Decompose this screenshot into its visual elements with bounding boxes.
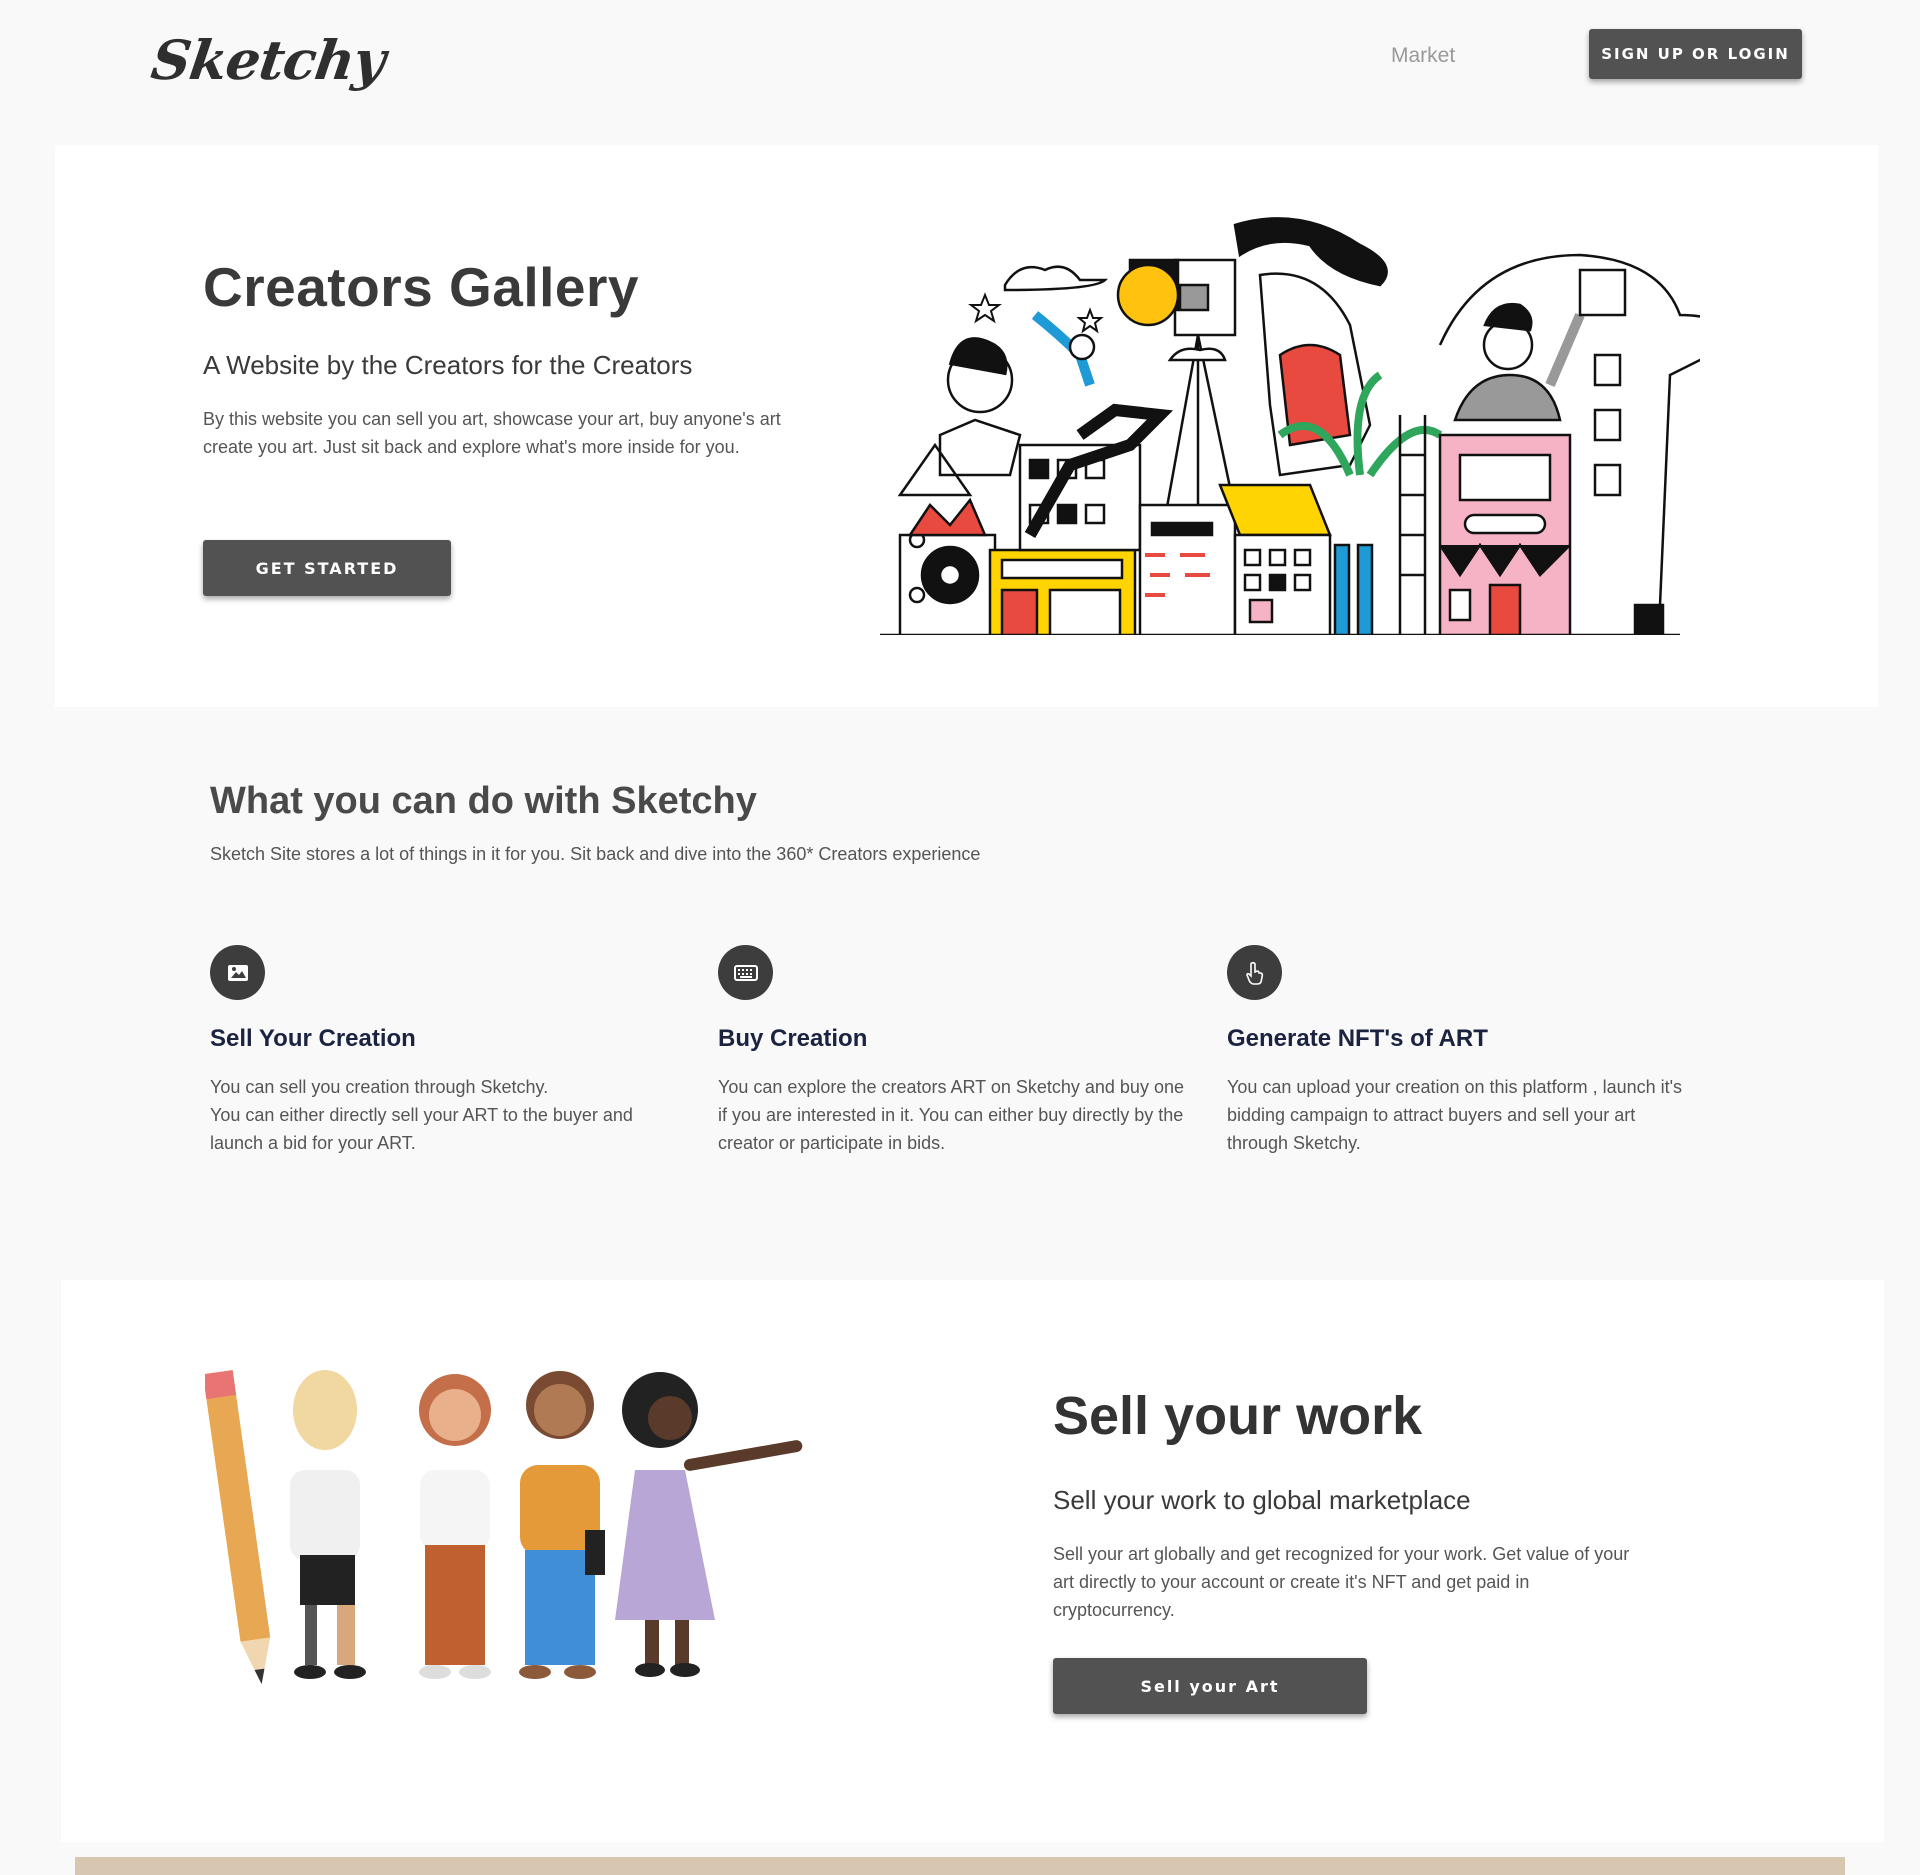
sell-section-subtitle: Sell your work to global marketplace [1053,1485,1471,1515]
keyboard-icon [718,945,773,1000]
sketchy-logo[interactable]: Sketchy [148,28,389,92]
feature-title: Buy Creation [718,1025,868,1052]
nav-market-link[interactable]: Market [1391,44,1455,68]
feature-title: Sell Your Creation [210,1025,416,1052]
features-section-title: What you can do with Sketchy [210,780,757,822]
next-section-banner-edge [75,1857,1845,1875]
features-section-subtitle: Sketch Site stores a lot of things in it… [210,844,981,864]
image-icon [210,945,265,1000]
pointer-hand-icon [1227,945,1282,1000]
hero-subtitle: A Website by the Creators for the Creato… [203,350,693,380]
sell-section-description: Sell your art globally and get recognize… [1053,1544,1630,1620]
hero-description: By this website you can sell you art, sh… [203,409,781,457]
feature-title: Generate NFT's of ART [1227,1025,1488,1052]
feature-description: You can explore the creators ART on Sket… [718,1077,1184,1153]
feature-buy-creation: Buy Creation You can explore the creator… [718,945,1188,1157]
creators-city-illustration [880,217,1700,635]
hero-title: Creators Gallery [203,256,639,318]
feature-description: You can sell you creation through Sketch… [210,1077,633,1153]
signup-login-button[interactable]: SIGN UP OR LOGIN [1589,29,1802,79]
feature-description: You can upload your creation on this pla… [1227,1077,1683,1153]
creators-group-illustration [205,1370,803,1685]
sell-your-art-button[interactable]: Sell your Art [1053,1658,1367,1714]
sell-section-title: Sell your work [1053,1386,1423,1446]
feature-sell-creation: Sell Your Creation You can sell you crea… [210,945,680,1157]
get-started-button[interactable]: GET STARTED [203,540,451,596]
feature-generate-nft: Generate NFT's of ART You can upload you… [1227,945,1697,1157]
